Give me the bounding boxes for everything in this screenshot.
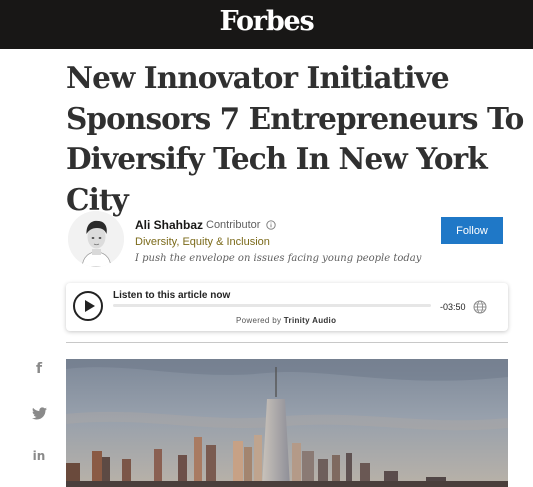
linkedin-share-button[interactable]: in — [30, 447, 48, 465]
powered-by: Powered by Trinity Audio — [236, 316, 336, 325]
author-bio: I push the envelope on issues facing you… — [135, 253, 422, 264]
twitter-icon — [31, 406, 47, 419]
article-headline: New Innovator Initiative Sponsors 7 Entr… — [66, 60, 524, 217]
audio-progress-bar[interactable] — [113, 304, 431, 307]
audio-player: Listen to this article now -03:50 Powere… — [66, 283, 508, 331]
play-icon — [85, 300, 95, 312]
audio-time-remaining: -03:50 — [440, 302, 466, 312]
facebook-icon: f — [35, 361, 43, 377]
twitter-share-button[interactable] — [30, 404, 48, 422]
globe-icon[interactable] — [473, 300, 487, 314]
author-avatar[interactable] — [68, 211, 124, 267]
author-topic-link[interactable]: Diversity, Equity & Inclusion — [135, 236, 270, 248]
powered-by-brand[interactable]: Trinity Audio — [284, 316, 337, 325]
author-name[interactable]: Ali Shahbaz — [135, 218, 203, 232]
play-button[interactable] — [73, 291, 103, 321]
skyline-photo — [66, 359, 508, 487]
section-divider — [66, 342, 508, 343]
site-header: Forbes — [0, 0, 533, 49]
follow-button[interactable]: Follow — [441, 217, 503, 244]
linkedin-icon: in — [32, 449, 46, 463]
author-role: Contributor — [206, 219, 261, 231]
facebook-share-button[interactable]: f — [30, 360, 48, 378]
powered-by-prefix: Powered by — [236, 316, 282, 325]
audio-title: Listen to this article now — [113, 290, 231, 301]
hero-image[interactable] — [66, 359, 508, 487]
info-icon[interactable] — [266, 220, 276, 230]
forbes-logo[interactable]: Forbes — [0, 6, 533, 37]
